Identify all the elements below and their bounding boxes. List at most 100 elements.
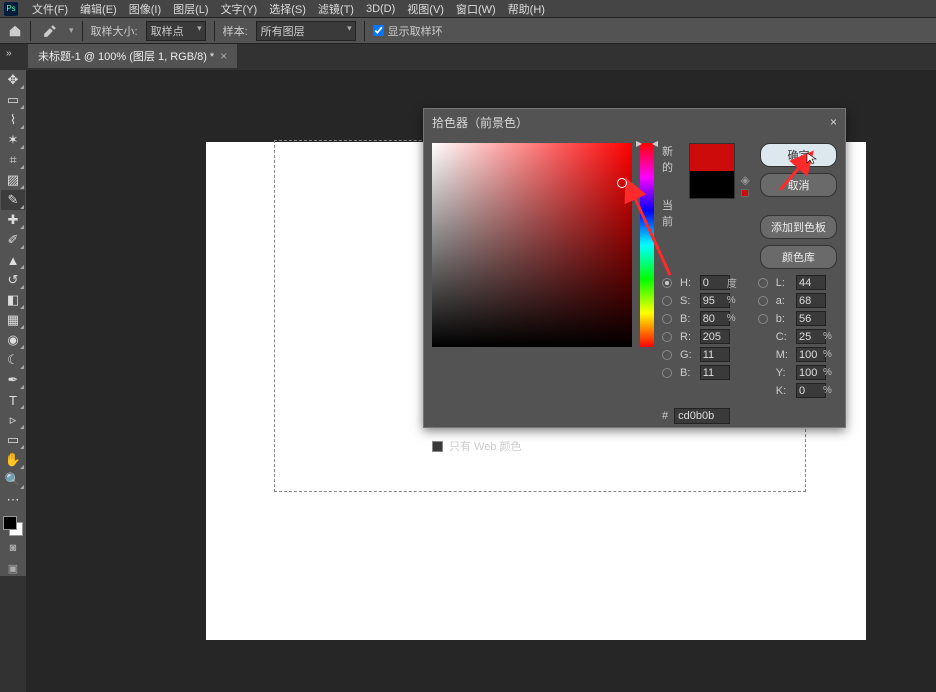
gradient-tool[interactable]: ▦ (1, 310, 25, 330)
sv-cursor[interactable] (617, 178, 627, 188)
add-to-swatches-button[interactable]: 添加到色板 (760, 215, 837, 239)
home-icon[interactable] (8, 24, 22, 38)
b2-radio[interactable] (662, 368, 672, 378)
expand-panel-icon[interactable]: » (6, 48, 12, 59)
l-radio[interactable] (758, 278, 768, 288)
heal-tool[interactable]: ✚ (1, 210, 25, 230)
show-ring-input[interactable] (373, 25, 384, 36)
hue-radio[interactable] (662, 278, 672, 288)
pct-m: % (823, 349, 837, 360)
menu-image[interactable]: 图像(I) (123, 1, 167, 17)
frame-tool[interactable]: ▨ (1, 170, 25, 190)
hex-input[interactable] (674, 408, 730, 424)
y-input[interactable] (796, 365, 826, 380)
menu-edit[interactable]: 编辑(E) (74, 1, 123, 17)
deg-unit: 度 (727, 275, 742, 290)
eyedropper-tool[interactable]: ✎ (1, 190, 25, 210)
move-tool[interactable]: ✥ (1, 70, 25, 90)
eraser-tool[interactable]: ◧ (1, 290, 25, 310)
menu-select[interactable]: 选择(S) (263, 1, 312, 17)
web-only-box[interactable] (432, 441, 443, 452)
shape-tool[interactable]: ▭ (1, 430, 25, 450)
b2-label: B: (680, 367, 697, 379)
crop-tool[interactable]: ⌗ (1, 150, 25, 170)
pen-tool[interactable]: ✒ (1, 370, 25, 390)
g-input[interactable] (700, 347, 730, 362)
c-input[interactable] (796, 329, 826, 344)
hue-slider-thumb[interactable] (636, 139, 658, 148)
menu-type[interactable]: 文字(Y) (215, 1, 264, 17)
menu-filter[interactable]: 滤镜(T) (312, 1, 360, 17)
r-label: R: (680, 331, 697, 343)
a-radio[interactable] (758, 296, 768, 306)
cancel-button[interactable]: 取消 (760, 173, 837, 197)
screen-mode-icon[interactable]: ▣ (3, 560, 23, 576)
dodge-tool[interactable]: ☾ (1, 350, 25, 370)
sample-size-dropdown[interactable]: 取样点 (146, 21, 206, 41)
lasso-tool[interactable]: ⌇ (1, 110, 25, 130)
g-radio[interactable] (662, 350, 672, 360)
show-sampling-ring-checkbox[interactable]: 显示取样环 (373, 23, 443, 39)
chevron-down-icon[interactable]: ▾ (69, 25, 74, 36)
history-brush-tool[interactable]: ↺ (1, 270, 25, 290)
dialog-titlebar[interactable]: 拾色器（前景色） × (424, 109, 845, 135)
s-input[interactable] (700, 293, 730, 308)
saturation-value-field[interactable] (432, 143, 632, 347)
more-tools[interactable]: ⋯ (1, 490, 25, 510)
gamut-swatch[interactable] (741, 189, 749, 197)
a-input[interactable] (796, 293, 826, 308)
eyedropper-icon[interactable] (43, 24, 57, 38)
web-only-checkbox[interactable]: 只有 Web 颜色 (432, 438, 845, 454)
gamut-warning-icon[interactable]: ◈ (741, 173, 750, 187)
labb-input[interactable] (796, 311, 826, 326)
labb-radio[interactable] (758, 314, 768, 324)
menu-3d[interactable]: 3D(D) (360, 3, 401, 15)
type-tool[interactable]: T (1, 390, 25, 410)
a-label: a: (776, 295, 793, 307)
foreground-swatch[interactable] (3, 516, 17, 530)
m-input[interactable] (796, 347, 826, 362)
color-swatches[interactable] (3, 516, 23, 536)
quick-select-tool[interactable]: ✶ (1, 130, 25, 150)
sample-label: 样本: (223, 23, 248, 39)
menu-window[interactable]: 窗口(W) (450, 1, 502, 17)
divider (364, 21, 365, 41)
path-select-tool[interactable]: ▹ (1, 410, 25, 430)
color-value-grid: H:度 L: S:% a: B:% b: R: C:% G: M:% B: Y:… (662, 275, 837, 398)
menu-help[interactable]: 帮助(H) (502, 1, 551, 17)
bri-input[interactable] (700, 311, 730, 326)
hand-tool[interactable]: ✋ (1, 450, 25, 470)
bri-radio[interactable] (662, 314, 672, 324)
color-libraries-button[interactable]: 颜色库 (760, 245, 837, 269)
zoom-tool[interactable]: 🔍 (1, 470, 25, 490)
b2-input[interactable] (700, 365, 730, 380)
sample-dropdown[interactable]: 所有图层 (256, 21, 356, 41)
show-ring-label: 显示取样环 (388, 23, 443, 39)
blur-tool[interactable]: ◉ (1, 330, 25, 350)
k-input[interactable] (796, 383, 826, 398)
sat-radio[interactable] (662, 296, 672, 306)
r-radio[interactable] (662, 332, 672, 342)
stamp-tool[interactable]: ▲ (1, 250, 25, 270)
hue-slider[interactable] (640, 143, 654, 347)
color-picker-dialog: 拾色器（前景色） × 新的 当前 ◈ (423, 108, 846, 428)
current-color-label: 当前 (662, 197, 683, 229)
r-input[interactable] (700, 329, 730, 344)
marquee-tool[interactable]: ▭ (1, 90, 25, 110)
h-input[interactable] (700, 275, 730, 290)
menu-layer[interactable]: 图层(L) (167, 1, 214, 17)
brush-tool[interactable]: ✐ (1, 230, 25, 250)
l-input[interactable] (796, 275, 826, 290)
close-icon[interactable]: × (830, 115, 837, 129)
pct-c: % (823, 331, 837, 342)
ok-button[interactable]: 确定 (760, 143, 837, 167)
web-only-label: 只有 Web 颜色 (449, 438, 522, 454)
menu-file[interactable]: 文件(F) (26, 1, 74, 17)
close-tab-icon[interactable]: × (220, 49, 227, 63)
menu-view[interactable]: 视图(V) (401, 1, 450, 17)
m-label: M: (776, 349, 793, 361)
app-logo-icon: Ps (4, 2, 18, 16)
quick-mask-icon[interactable]: ◙ (3, 540, 23, 556)
labb-label: b: (776, 313, 793, 325)
document-tab[interactable]: 未标题-1 @ 100% (图层 1, RGB/8) * × (28, 44, 237, 68)
